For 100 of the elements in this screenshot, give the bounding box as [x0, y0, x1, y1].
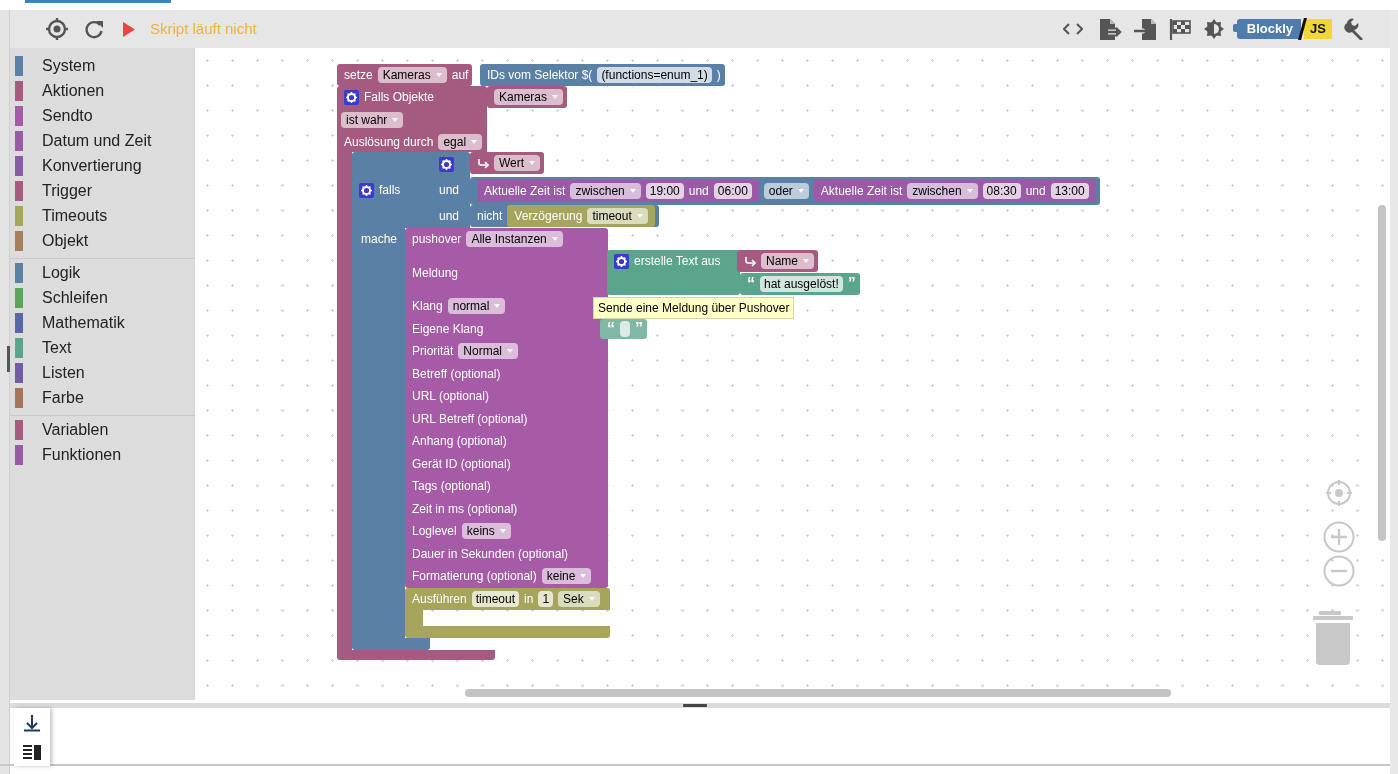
block-dropdown[interactable]: Kameras: [494, 89, 564, 105]
block-field[interactable]: 08:30: [982, 183, 1021, 199]
block-field[interactable]: hat ausgelöst!: [760, 276, 843, 292]
block-dropdown[interactable]: Kameras: [377, 67, 447, 83]
dropdown-arrow-icon: [551, 237, 558, 241]
download-icon[interactable]: [24, 714, 40, 732]
category-item[interactable]: Text: [10, 335, 195, 360]
block-label: mache: [361, 231, 398, 248]
category-item[interactable]: Listen: [10, 360, 195, 385]
code-block[interactable]: Aktuelle Zeit ist zwischen 08:30 und 13:00: [813, 180, 1096, 202]
block-dropdown[interactable]: normal: [447, 298, 506, 315]
block-label: Aktuelle Zeit ist: [820, 183, 903, 200]
category-item[interactable]: Timeouts: [10, 203, 195, 228]
dropdown-arrow-icon: [529, 161, 536, 165]
code-block[interactable]: Falls Objekte ist wahr Auslösung durch egal: [337, 86, 487, 152]
block-label: Gerät ID (optional): [412, 455, 511, 473]
export-icon[interactable]: [1098, 17, 1122, 41]
code-block[interactable]: Aktuelle Zeit ist zwischen 19:00 und 06:00: [477, 180, 759, 202]
block-field[interactable]: 06:00: [713, 183, 752, 199]
code-block[interactable]: Verzögerung timeout: [507, 205, 655, 227]
block-label: setze: [344, 67, 373, 84]
code-block[interactable]: Ausführen timeout in 1 Sek: [405, 588, 610, 610]
block-dropdown[interactable]: Sek: [558, 591, 600, 607]
checkered-flag-icon[interactable]: [1168, 17, 1191, 41]
block-label: Betreff (optional): [412, 365, 501, 383]
block-dropdown[interactable]: zwischen: [570, 183, 641, 199]
block-label: Loglevel: [412, 523, 457, 541]
block-dropdown[interactable]: timeout: [587, 208, 648, 224]
block-dropdown[interactable]: Wert: [494, 155, 541, 171]
block-dropdown[interactable]: zwischen: [907, 183, 978, 199]
code-block[interactable]: IDs vom Selektor $( (functions=enum_1) ): [480, 64, 725, 86]
block-label: Eigene Klang: [412, 320, 484, 338]
block-field[interactable]: [620, 321, 630, 337]
block-label: IDs vom Selektor $(: [487, 67, 593, 84]
block-dropdown[interactable]: oder: [763, 183, 809, 199]
category-item[interactable]: Farbe: [10, 385, 195, 410]
block-dropdown[interactable]: egal: [438, 133, 483, 150]
block-label: und: [1025, 183, 1046, 200]
vertical-scrollbar[interactable]: [1378, 205, 1386, 541]
code-block[interactable]: Kameras: [487, 86, 568, 108]
block-label: erstelle Text aus: [634, 253, 721, 270]
block-dropdown[interactable]: Name: [761, 253, 814, 269]
gear-icon[interactable]: [344, 89, 359, 105]
code-block[interactable]: Wert: [470, 152, 545, 174]
block-label: URL (optional): [412, 388, 489, 406]
code-block[interactable]: Name: [737, 250, 818, 272]
block-dropdown[interactable]: ist wahr: [341, 111, 404, 128]
horizontal-scrollbar[interactable]: [465, 689, 1171, 697]
block-dropdown[interactable]: keins: [461, 523, 511, 540]
code-block[interactable]: nicht Verzögerung timeout: [470, 205, 659, 227]
block-label: Aktuelle Zeit ist: [484, 183, 566, 200]
block-dropdown[interactable]: keine: [541, 568, 592, 585]
category-item[interactable]: Sendto: [10, 103, 195, 128]
gear-icon[interactable]: [359, 182, 374, 198]
code-block[interactable]: “ hat ausgelöst! ”: [740, 273, 860, 295]
category-item[interactable]: Trigger: [10, 178, 195, 203]
category-item[interactable]: Aktionen: [10, 78, 195, 103]
gear-icon[interactable]: [439, 157, 454, 172]
block-dropdown[interactable]: Normal: [458, 343, 518, 360]
resize-handle[interactable]: [683, 704, 707, 707]
block-label: Formatierung (optional): [412, 568, 537, 586]
category-item[interactable]: Logik: [10, 260, 195, 285]
block-field[interactable]: timeout: [471, 591, 520, 607]
gear-icon[interactable]: [614, 253, 629, 269]
block-dropdown[interactable]: Alle Instanzen: [466, 231, 563, 247]
code-block[interactable]: setze Kameras auf: [337, 64, 473, 86]
category-item[interactable]: Datum und Zeit: [10, 128, 195, 153]
category-item[interactable]: Schleifen: [10, 285, 195, 310]
category-item[interactable]: Funktionen: [10, 442, 195, 467]
block-field[interactable]: (functions=enum_1): [597, 67, 712, 83]
block-label: ): [716, 67, 721, 84]
block-field[interactable]: 13:00: [1050, 183, 1089, 199]
category-item[interactable]: Mathematik: [10, 310, 195, 335]
scrollbar-thumb[interactable]: [7, 346, 10, 372]
block-field[interactable]: 19:00: [645, 183, 684, 199]
category-item[interactable]: Konvertierung: [10, 153, 195, 178]
block-label: Falls Objekte: [364, 89, 435, 106]
block-label: nicht: [477, 208, 503, 225]
block-label: pushover: [412, 231, 462, 248]
category-item[interactable]: Variablen: [10, 417, 195, 442]
dropdown-arrow-icon: [471, 139, 478, 144]
theme-icon[interactable]: [1202, 18, 1225, 40]
block-label: Klang: [412, 298, 443, 316]
code-icon[interactable]: [1062, 21, 1083, 37]
wrench-icon[interactable]: [1344, 18, 1366, 40]
block-field[interactable]: 1: [538, 591, 554, 607]
block-label: und: [688, 183, 709, 200]
refresh-icon[interactable]: [84, 19, 104, 39]
code-block[interactable]: Aktuelle Zeit ist zwischen 19:00 und 06:00 oder Aktuelle Zeit ist zwischen 08:30 und 13:00: [470, 177, 1100, 205]
dropdown-arrow-icon: [435, 73, 442, 77]
category-item[interactable]: Objekt: [10, 228, 195, 253]
target-icon[interactable]: [46, 18, 68, 40]
quote-mark: ”: [847, 277, 856, 291]
block-label: Priorität: [412, 343, 454, 361]
category-item[interactable]: System: [10, 53, 195, 78]
play-icon[interactable]: [122, 21, 136, 37]
list-icon[interactable]: [23, 744, 41, 760]
dropdown-arrow-icon: [580, 574, 587, 579]
import-icon[interactable]: [1133, 17, 1157, 41]
dropdown-arrow-icon: [966, 189, 973, 193]
